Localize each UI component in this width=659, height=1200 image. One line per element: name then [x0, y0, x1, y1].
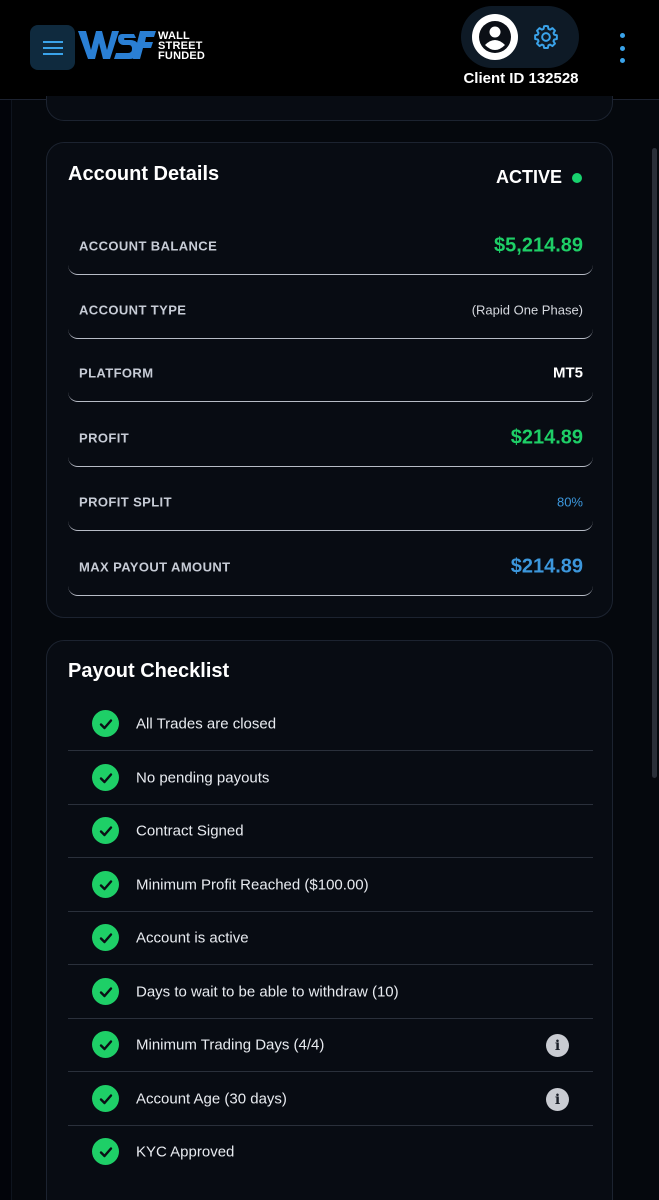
detail-label: PROFIT SPLIT [79, 494, 172, 509]
status-dot-icon [572, 172, 582, 183]
detail-row-account-balance: ACCOUNT BALANCE $5,214.89 [68, 217, 593, 275]
check-circle-icon [92, 1031, 119, 1058]
checklist-item-text: No pending payouts [136, 769, 270, 786]
detail-label: PLATFORM [79, 365, 154, 380]
checklist-item-text: Days to wait to be able to withdraw (10) [136, 983, 399, 1000]
check-circle-icon [92, 710, 119, 737]
account-balance-value: $5,214.89 [494, 234, 583, 256]
info-icon[interactable]: i [546, 1034, 569, 1057]
detail-label: ACCOUNT BALANCE [79, 238, 218, 253]
checklist-item-text: Account is active [136, 929, 249, 946]
checklist-item-text: KYC Approved [136, 1143, 235, 1161]
kebab-menu-button[interactable] [612, 33, 632, 63]
check-circle-icon [92, 817, 119, 844]
hamburger-menu-icon [42, 40, 63, 55]
checklist-item-text: Contract Signed [136, 822, 244, 839]
detail-row-profit-split: PROFIT SPLIT 80% [68, 473, 593, 531]
detail-row-max-payout: MAX PAYOUT AMOUNT $214.89 [68, 538, 593, 596]
side-rail [0, 100, 12, 1200]
checklist-item: Days to wait to be able to withdraw (10) [68, 965, 593, 1019]
previous-card-bottom [46, 96, 613, 121]
check-circle-icon [92, 924, 119, 951]
platform-value: MT5 [553, 364, 583, 381]
payout-checklist-card: Payout Checklist All Trades are closed N… [46, 640, 613, 1200]
detail-row-platform: PLATFORM MT5 [68, 344, 593, 402]
kebab-dot [619, 58, 625, 63]
kebab-dot [619, 33, 625, 38]
account-status: ACTIVE [496, 167, 582, 188]
logo-wordmark: WALL STREET FUNDED [158, 31, 206, 62]
checklist-item-text: All Trades are closed [136, 715, 277, 732]
checklist-item: No pending payouts [68, 751, 593, 805]
client-id-label: Client ID 132528 [463, 70, 579, 87]
check-circle-icon [92, 978, 119, 1005]
account-type-value: (Rapid One Phase) [471, 302, 583, 317]
check-circle-icon [92, 1138, 119, 1165]
detail-label: ACCOUNT TYPE [79, 302, 187, 317]
payout-checklist-title: Payout Checklist [68, 660, 230, 682]
profit-split-value: 80% [556, 494, 583, 509]
user-avatar-icon [479, 21, 511, 53]
checklist-item-text: Minimum Profit Reached ($100.00) [136, 876, 369, 893]
detail-row-profit: PROFIT $214.89 [68, 409, 593, 467]
check-circle-icon [92, 764, 119, 791]
wsf-logo-mark [78, 31, 156, 59]
detail-label: PROFIT [79, 430, 130, 445]
check-circle-icon [92, 871, 119, 898]
info-icon[interactable]: i [546, 1088, 569, 1111]
checklist-item-text: Minimum Trading Days (4/4) [136, 1036, 325, 1053]
checklist-item-text: Account Age (30 days) [136, 1090, 287, 1107]
checklist-item: Account is active [68, 911, 593, 965]
user-avatar-button[interactable] [472, 14, 518, 60]
gear-icon[interactable] [532, 23, 560, 51]
checklist-item: Contract Signed [68, 804, 593, 858]
page-scrollbar[interactable] [652, 148, 657, 778]
kebab-dot [619, 45, 625, 51]
account-details-card: Account Details ACTIVE ACCOUNT BALANCE $… [46, 142, 613, 618]
detail-label: MAX PAYOUT AMOUNT [79, 559, 231, 574]
checklist-item: Account Age (30 days) i [68, 1072, 593, 1126]
account-details-title: Account Details [68, 163, 220, 185]
logo-line-funded: FUNDED [158, 50, 206, 62]
account-status-text: ACTIVE [495, 167, 562, 187]
profile-pill [461, 6, 579, 68]
check-circle-icon [92, 1085, 119, 1112]
top-app-bar: WALL STREET FUNDED Client ID 132528 [0, 0, 659, 100]
profit-value: $214.89 [510, 426, 583, 448]
wsf-logo[interactable]: WALL STREET FUNDED [78, 28, 218, 64]
max-payout-value: $214.89 [510, 555, 583, 577]
checklist-item: All Trades are closed [68, 697, 593, 751]
checklist-item: Minimum Trading Days (4/4) i [68, 1018, 593, 1072]
hamburger-menu-button[interactable] [30, 25, 75, 70]
checklist-item: Minimum Profit Reached ($100.00) [68, 858, 593, 912]
checklist-item: KYC Approved [68, 1125, 593, 1179]
detail-row-account-type: ACCOUNT TYPE (Rapid One Phase) [68, 281, 593, 339]
